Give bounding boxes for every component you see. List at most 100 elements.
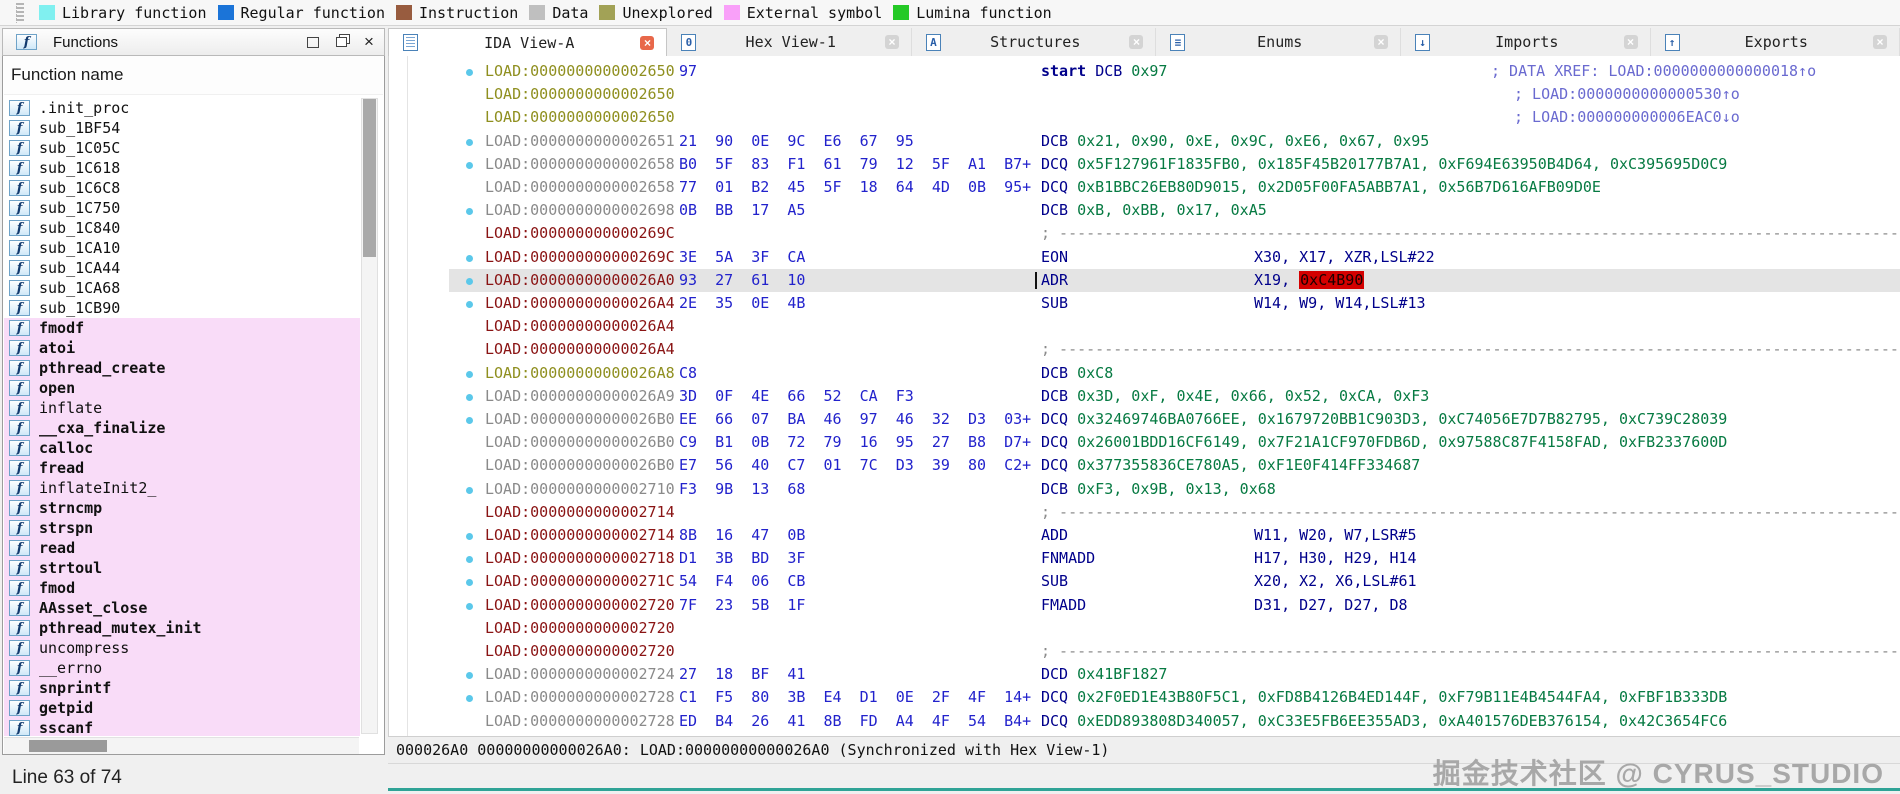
disassembly-line[interactable]: LOAD:0000000000002714 8B 16 47 0B ADD W11, … bbox=[389, 524, 1900, 547]
function-name: snprintf bbox=[39, 679, 112, 697]
highlighted-operand[interactable]: 0xC4B90 bbox=[1299, 271, 1365, 289]
line-address: LOAD:0000000000002728 bbox=[485, 712, 675, 730]
tab-close-icon[interactable]: × bbox=[1374, 35, 1388, 49]
function-icon: f bbox=[9, 460, 30, 476]
function-list-item[interactable]: f sscanf bbox=[4, 718, 360, 736]
disassembly-line[interactable]: LOAD:00000000000026B0 EE 66 07 BA 46 97 4… bbox=[389, 408, 1900, 431]
functions-vertical-scrollbar-thumb[interactable] bbox=[363, 99, 376, 257]
function-list-item[interactable]: f uncompress bbox=[4, 638, 360, 658]
function-list-item[interactable]: f sub_1CB90 bbox=[4, 298, 360, 318]
disassembly-line[interactable]: LOAD:0000000000002720 bbox=[389, 617, 1900, 640]
function-list-item[interactable]: f .init_proc bbox=[4, 98, 360, 118]
line-address: LOAD:0000000000002724 bbox=[485, 665, 675, 683]
disassembly-line[interactable]: LOAD:0000000000002710 F3 9B 13 68 DCB 0xF3… bbox=[389, 478, 1900, 501]
function-list-item[interactable]: f strspn bbox=[4, 518, 360, 538]
functions-horizontal-scrollbar-thumb[interactable] bbox=[29, 740, 107, 752]
line-address: LOAD:00000000000026A4 bbox=[485, 294, 675, 312]
disassembly-line[interactable]: LOAD:000000000000271C 54 F4 06 CB SUB X20, … bbox=[389, 570, 1900, 593]
function-list-item[interactable]: f strncmp bbox=[4, 498, 360, 518]
disassembly-line[interactable]: LOAD:00000000000026A0 93 27 61 10 ADR X19, … bbox=[389, 269, 1900, 292]
function-list-item[interactable]: f read bbox=[4, 538, 360, 558]
function-list-item[interactable]: f strtoul bbox=[4, 558, 360, 578]
tab-close-icon[interactable]: × bbox=[1623, 35, 1638, 49]
functions-horizontal-scrollbar[interactable] bbox=[4, 737, 359, 754]
function-list-item[interactable]: f AAsset_close bbox=[4, 598, 360, 618]
tab-ida-view-a[interactable]: IDA View-A × bbox=[388, 28, 668, 56]
function-list-item[interactable]: f sub_1C05C bbox=[4, 138, 360, 158]
function-name-column-header[interactable]: Function name bbox=[4, 56, 383, 95]
disassembly-line[interactable]: LOAD:00000000000026A8 C8 DCB 0xC8 bbox=[389, 362, 1900, 385]
float-icon[interactable] bbox=[334, 35, 348, 49]
disassembly-line[interactable]: LOAD:00000000000026B0 C9 B1 0B 72 79 16 9… bbox=[389, 431, 1900, 454]
disassembly-line[interactable]: LOAD:0000000000002724 27 18 BF 41 DCD 0x41… bbox=[389, 663, 1900, 686]
function-list-item[interactable]: f inflateInit2_ bbox=[4, 478, 360, 498]
function-list-item[interactable]: f sub_1C6C8 bbox=[4, 178, 360, 198]
restore-icon[interactable] bbox=[306, 35, 320, 49]
function-list-item[interactable]: f fread bbox=[4, 458, 360, 478]
disassembly-line[interactable]: LOAD:000000000000269C ; -----------------… bbox=[389, 222, 1900, 245]
tab-structures[interactable]: A Structures × bbox=[912, 28, 1157, 56]
function-list-item[interactable]: f __errno bbox=[4, 658, 360, 678]
instruction-operands: X30, X17, XZR,LSL#22 bbox=[1254, 248, 1435, 266]
disassembly-line[interactable]: LOAD:0000000000002651 21 90 0E 9C E6 67 9… bbox=[389, 130, 1900, 153]
disassembly-line[interactable]: LOAD:00000000000026A4 ; -----------------… bbox=[389, 338, 1900, 361]
legend-drag-handle[interactable] bbox=[16, 2, 24, 23]
function-list-item[interactable]: f sub_1CA10 bbox=[4, 238, 360, 258]
function-list-item[interactable]: f getpid bbox=[4, 698, 360, 718]
disassembly-line[interactable]: LOAD:0000000000002714 ; -----------------… bbox=[389, 501, 1900, 524]
line-bytes: 8B 16 47 0B bbox=[679, 526, 806, 544]
watermark-text: 掘金技术社区 @ CYRUS_STUDIO bbox=[1432, 758, 1884, 789]
disassembly-line[interactable]: LOAD:00000000000026A4 2E 35 0E 4B SUB W14, … bbox=[389, 292, 1900, 315]
tab-close-icon[interactable]: × bbox=[1873, 35, 1887, 49]
tab-imports[interactable]: ↓ Imports × bbox=[1401, 28, 1651, 56]
function-list-item[interactable]: f open bbox=[4, 378, 360, 398]
function-list-item[interactable]: f sub_1C840 bbox=[4, 218, 360, 238]
disassembly-line[interactable]: LOAD:0000000000002698 0B BB 17 A5 DCB 0xB,… bbox=[389, 199, 1900, 222]
disassembly-line[interactable]: LOAD:0000000000002728 ED B4 26 41 8B FD A… bbox=[389, 710, 1900, 733]
disassembly-line[interactable]: LOAD:0000000000002720 ; -----------------… bbox=[389, 640, 1900, 663]
tab-close-icon[interactable]: × bbox=[640, 35, 655, 50]
line-bullet-icon bbox=[466, 533, 473, 540]
disassembly-line[interactable]: LOAD:0000000000002650 ; LOAD:000000000000… bbox=[389, 83, 1900, 106]
function-list-item[interactable]: f sub_1CA68 bbox=[4, 278, 360, 298]
function-list-item[interactable]: f pthread_mutex_init bbox=[4, 618, 360, 638]
function-list-item[interactable]: f fmod bbox=[4, 578, 360, 598]
functions-vertical-scrollbar[interactable] bbox=[361, 98, 378, 734]
function-name: read bbox=[39, 539, 76, 557]
disassembly-line[interactable]: LOAD:0000000000002658 B0 5F 83 F1 61 79 1… bbox=[389, 153, 1900, 176]
tab-close-icon[interactable]: × bbox=[884, 35, 899, 49]
disassembly-line[interactable]: LOAD:0000000000002650 97 start DCB 0x97 ; D… bbox=[389, 60, 1900, 83]
function-list-item[interactable]: f pthread_create bbox=[4, 358, 360, 378]
disassembly-line[interactable]: LOAD:00000000000026A9 3D 0F 4E 66 52 CA F… bbox=[389, 385, 1900, 408]
function-list-item[interactable]: f inflate bbox=[4, 398, 360, 418]
function-list-item[interactable]: f sub_1C750 bbox=[4, 198, 360, 218]
line-bytes: 3E 5A 3F CA bbox=[679, 248, 806, 266]
mnemonic: DCQ bbox=[1041, 433, 1069, 451]
close-icon[interactable]: × bbox=[362, 33, 376, 50]
tab-exports[interactable]: ↑ Exports × bbox=[1651, 28, 1900, 56]
line-bytes: B0 5F 83 F1 61 79 12 5F A1 B7+ bbox=[679, 155, 1032, 173]
disassembly-line[interactable]: LOAD:000000000000269C 3E 5A 3F CA EON X30, … bbox=[389, 246, 1900, 269]
function-list-item[interactable]: f sub_1CA44 bbox=[4, 258, 360, 278]
mnemonic: DCQ bbox=[1041, 712, 1069, 730]
disassembly-line[interactable]: LOAD:0000000000002718 D1 3B BD 3F FNMADD H1… bbox=[389, 547, 1900, 570]
line-disassembly: EON bbox=[1041, 248, 1068, 266]
disassembly-line[interactable]: LOAD:0000000000002720 7F 23 5B 1F FMADD D31… bbox=[389, 594, 1900, 617]
function-list-item[interactable]: f calloc bbox=[4, 438, 360, 458]
function-list-item[interactable]: f __cxa_finalize bbox=[4, 418, 360, 438]
function-list-item[interactable]: f sub_1C618 bbox=[4, 158, 360, 178]
disassembly-line[interactable]: LOAD:0000000000002650 ; LOAD:000000000006… bbox=[389, 106, 1900, 129]
line-bullet-icon bbox=[466, 394, 473, 401]
function-list-item[interactable]: f snprintf bbox=[4, 678, 360, 698]
data-operands: 0x32469746BA0766EE, 0x1679720BB1C903D3, … bbox=[1068, 410, 1728, 428]
disassembly-line[interactable]: LOAD:0000000000002728 C1 F5 80 3B E4 D1 0… bbox=[389, 686, 1900, 709]
tab-enums[interactable]: ≡ Enums × bbox=[1156, 28, 1401, 56]
function-list-item[interactable]: f fmodf bbox=[4, 318, 360, 338]
function-list-item[interactable]: f sub_1BF54 bbox=[4, 118, 360, 138]
disassembly-line[interactable]: LOAD:00000000000026A4 bbox=[389, 315, 1900, 338]
tab-close-icon[interactable]: × bbox=[1129, 35, 1144, 49]
disassembly-line[interactable]: LOAD:00000000000026B0 E7 56 40 C7 01 7C D… bbox=[389, 454, 1900, 477]
function-list-item[interactable]: f atoi bbox=[4, 338, 360, 358]
tab-hex-view-1[interactable]: 0 Hex View-1 × bbox=[667, 28, 912, 56]
disassembly-line[interactable]: LOAD:0000000000002658 77 01 B2 45 5F 18 6… bbox=[389, 176, 1900, 199]
